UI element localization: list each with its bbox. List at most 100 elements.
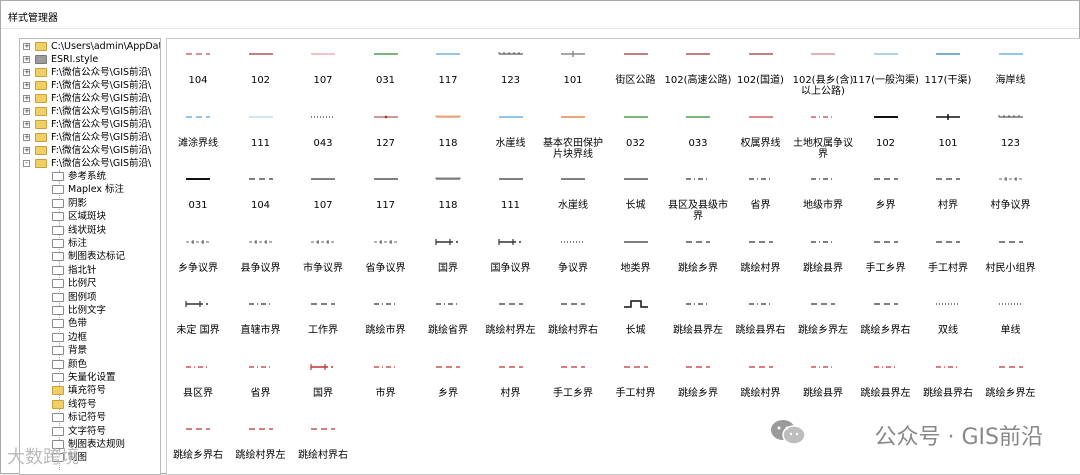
tree-node[interactable]: + ESRI.style	[20, 53, 160, 66]
symbol-label: 跳绘县界左	[860, 387, 911, 399]
symbol-label: 双线	[938, 325, 958, 336]
line-symbol-preview	[435, 238, 458, 245]
line-symbol-preview	[936, 240, 960, 243]
symbol-grid[interactable]: 104 102 107 031 117 123 101 街区公路 102(高速公路) 102(国道…	[166, 38, 1080, 475]
expand-icon[interactable]: +	[23, 82, 30, 89]
tree-child-item[interactable]: 比例文字	[20, 304, 160, 317]
line-symbol-preview	[811, 365, 835, 368]
line-symbol-preview	[248, 178, 273, 180]
symbol-label: 032	[625, 137, 646, 149]
symbol-label: 县区及县级市界	[668, 200, 728, 222]
folder-icon	[35, 107, 47, 116]
symbol-swatch	[730, 359, 792, 375]
tree-node[interactable]: + F:\微信公众号\GIS前沿\	[20, 118, 160, 131]
symbol-swatch	[542, 109, 604, 125]
tree-node[interactable]: + F:\微信公众号\GIS前沿\	[20, 144, 160, 157]
line-symbol-preview	[936, 113, 960, 120]
line-symbol-preview	[998, 303, 1023, 305]
tree-child-item[interactable]: 颜色	[20, 358, 160, 371]
tree-child-item[interactable]: 背景	[20, 344, 160, 357]
line-symbol-preview	[561, 178, 585, 180]
symbol-swatch	[605, 234, 667, 250]
tree-node[interactable]: + F:\微信公众号\GIS前沿\	[20, 66, 160, 79]
tree-child-item[interactable]: 标记符号	[20, 411, 160, 424]
expand-icon[interactable]: +	[23, 69, 30, 76]
line-symbol-preview	[998, 114, 1023, 117]
tree-node[interactable]: + F:\微信公众号\GIS前沿\	[20, 105, 160, 118]
expand-icon[interactable]: +	[23, 147, 30, 154]
tree-node[interactable]: + C:\Users\admin\AppData\	[20, 40, 160, 53]
expand-icon[interactable]: +	[23, 43, 30, 50]
symbol-swatch	[917, 296, 979, 312]
tree-node[interactable]: + F:\微信公众号\GIS前沿\	[20, 131, 160, 144]
tree-child-label: 图例项	[68, 291, 97, 303]
line-symbol-preview	[373, 115, 398, 118]
symbol-label: 手工乡界	[553, 387, 593, 399]
line-symbol-preview	[248, 115, 273, 118]
tree-child-item[interactable]: 线状斑块	[20, 224, 160, 237]
line-symbol-preview	[311, 428, 335, 430]
symbol-label: 107	[313, 75, 333, 86]
symbol-swatch	[355, 171, 417, 187]
tree-child-label: 区域斑块	[68, 211, 107, 223]
symbol-swatch	[980, 171, 1042, 187]
symbol-label: 手工乡界	[865, 262, 906, 274]
tree-child-label: 线符号	[68, 398, 97, 410]
watermark-text-2: 大数跨境	[7, 447, 79, 468]
line-symbol-preview	[998, 53, 1023, 55]
tree-child-item[interactable]: 色带	[20, 317, 160, 330]
line-symbol-preview	[686, 53, 710, 55]
folder-icon	[52, 265, 64, 275]
line-symbol-preview	[185, 301, 208, 307]
style-tree[interactable]: + C:\Users\admin\AppData\ + ESRI.style + F:\微…	[19, 38, 161, 475]
tree-node[interactable]: - F:\微信公众号\GIS前沿\	[20, 157, 160, 170]
tree-child-label: 矢量化设置	[68, 372, 116, 383]
symbol-swatch	[230, 234, 292, 250]
tree-child-item[interactable]: 制图表达标记	[20, 250, 160, 263]
symbol-label: 跳绘市界	[365, 325, 406, 336]
tree-child-item[interactable]: 区域斑块	[20, 210, 160, 223]
expand-icon[interactable]: +	[23, 134, 30, 141]
tree-child-item[interactable]: 比例尺	[20, 277, 160, 290]
folder-icon	[52, 359, 64, 369]
folder-icon	[35, 146, 47, 155]
tree-node[interactable]: + F:\微信公众号\GIS前沿\	[20, 92, 160, 105]
tree-child-item[interactable]: 参考系统	[20, 170, 160, 183]
line-symbol-preview	[498, 52, 523, 55]
tree-child-item[interactable]: 图例项	[20, 291, 160, 304]
symbol-label: 031	[188, 200, 208, 211]
collapse-icon[interactable]: -	[23, 160, 30, 167]
folder-icon	[52, 306, 64, 315]
symbol-label: 跳绘乡界左	[985, 387, 1036, 399]
tree-child-item[interactable]: 边框	[20, 331, 160, 344]
tree-child-label: 边框	[68, 331, 88, 343]
tree-child-item[interactable]: 阴影	[20, 197, 160, 210]
tree-child-label: 阴影	[68, 197, 88, 209]
tree-child-label: 文字符号	[68, 425, 107, 437]
tree-child-item[interactable]: Maplex 标注	[20, 183, 160, 196]
tree-child-item[interactable]: 矢量化设置	[20, 371, 160, 384]
tree-child-label: 比例文字	[68, 305, 107, 316]
line-symbol-preview	[936, 303, 960, 305]
expand-icon[interactable]: +	[23, 108, 30, 115]
expand-icon[interactable]: +	[23, 121, 30, 128]
tree-child-item[interactable]: 填充符号	[20, 384, 160, 397]
line-symbol-preview	[373, 178, 398, 180]
tree-node[interactable]: + F:\微信公众号\GIS前沿\	[20, 79, 160, 92]
line-symbol-preview	[561, 303, 585, 305]
expand-icon[interactable]: +	[23, 95, 30, 102]
symbol-label: 111	[250, 137, 271, 149]
tree-child-item[interactable]: 指北针	[20, 264, 160, 277]
symbol-swatch	[167, 171, 229, 187]
symbol-label: 118	[438, 200, 458, 211]
symbol-swatch	[417, 109, 479, 125]
tree-child-item[interactable]: 标注	[20, 237, 160, 250]
symbol-label: 102(县乡(含)以上公路)	[792, 75, 854, 97]
tree-child-label: 参考系统	[68, 171, 107, 182]
tree-child-item[interactable]: 线符号	[20, 398, 160, 411]
symbol-label: 县区界	[183, 387, 213, 399]
symbol-label: 跳绘县界	[803, 262, 843, 274]
tree-child-item[interactable]: 文字符号	[20, 425, 160, 438]
line-symbol-preview	[811, 240, 835, 243]
expand-icon[interactable]: +	[23, 56, 30, 63]
